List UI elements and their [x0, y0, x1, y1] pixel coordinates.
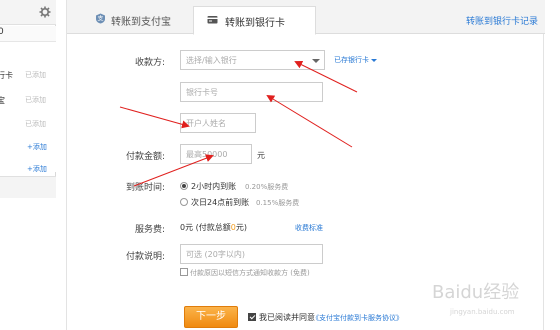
- tab-label: 转账到银行卡: [225, 18, 285, 29]
- service-fee-value: 0元 (付款总额0元): [180, 222, 247, 233]
- arrival-option-label[interactable]: 次日24点前到账: [191, 197, 249, 208]
- next-step-button[interactable]: 下一步: [184, 306, 238, 328]
- watermark-subtext: jingyan.baidu.com: [449, 308, 515, 316]
- amount-label: 付款金额:: [126, 152, 166, 162]
- sidebar-item-name: 行卡: [0, 71, 13, 80]
- sidebar-item: +添加: [0, 138, 56, 158]
- baidu-jingyan-watermark: Baidu经验 jingyan.baidu.com: [432, 282, 519, 316]
- sidebar-list: 行卡 已添加 宝 已添加 已添加 +添加 +添加: [0, 42, 56, 174]
- amount-input[interactable]: 最高50000: [180, 144, 252, 164]
- arrival-option-radio[interactable]: [180, 182, 188, 190]
- service-fee-prefix: 0元 (付款总额: [180, 223, 231, 232]
- sidebar-item-status: 已添加: [25, 71, 46, 79]
- sidebar-row-text: 0: [0, 27, 4, 37]
- payment-note-placeholder: 可选 (20字以内): [186, 250, 245, 259]
- sms-notify-checkbox[interactable]: [180, 268, 188, 276]
- alipay-icon: 支: [96, 13, 105, 24]
- bank-select-placeholder: 选择/输入银行: [186, 56, 237, 65]
- card-number-input[interactable]: 银行卡号: [180, 82, 323, 102]
- sidebar-item[interactable]: 行卡 已添加: [0, 66, 56, 86]
- service-fee-suffix: 元): [235, 223, 247, 232]
- sidebar-footer: [0, 176, 56, 198]
- caret-down-icon: [371, 58, 377, 62]
- tab-bar: 支 转账到支付宝 转账到银行卡 转账到银行卡记录: [67, 0, 545, 35]
- bank-card-icon: [207, 16, 218, 24]
- saved-cards-label: 已存银行卡: [334, 56, 369, 64]
- sms-notify-text: 付款原因以短信方式通知收款方 (免费): [190, 269, 310, 277]
- watermark-text: Baidu经验: [432, 282, 519, 303]
- arrival-option-label[interactable]: 2小时内到账: [191, 181, 236, 192]
- chevron-down-icon: [312, 59, 320, 63]
- fee-standard-link[interactable]: 收费标准: [295, 223, 323, 233]
- gear-icon[interactable]: [39, 6, 51, 18]
- agree-checkbox[interactable]: [248, 313, 256, 321]
- sidebar-item-status: 已添加: [25, 120, 46, 128]
- svg-text:支: 支: [97, 15, 103, 23]
- sidebar-item[interactable]: 宝 已添加: [0, 91, 56, 111]
- tab-transfer-to-alipay[interactable]: 支 转账到支付宝: [81, 6, 191, 34]
- sidebar-add-link[interactable]: +添加: [27, 164, 47, 174]
- service-fee-label: 服务费:: [135, 225, 166, 235]
- amount-placeholder: 最高50000: [186, 150, 228, 159]
- card-number-placeholder: 银行卡号: [186, 88, 218, 97]
- agree-text: 我已阅读并同意: [259, 313, 315, 322]
- transfer-record-link[interactable]: 转账到银行卡记录: [466, 14, 538, 27]
- arrival-option-radio[interactable]: [180, 198, 188, 206]
- account-sidebar: 0 行卡 已添加 宝 已添加 已添加 +添加 +添加: [0, 0, 56, 198]
- sidebar-add-link[interactable]: +添加: [27, 142, 47, 152]
- arrival-option-fee: 0.20%服务费: [245, 183, 289, 191]
- amount-unit: 元: [257, 151, 265, 160]
- tab-label: 转账到支付宝: [111, 17, 171, 28]
- payment-note-label: 付款说明:: [126, 252, 166, 262]
- sidebar-item-status: 已添加: [25, 96, 46, 104]
- service-agreement-link[interactable]: 《支付宝付款到卡服务协议》: [312, 313, 403, 323]
- sidebar-header: [0, 0, 56, 25]
- account-name-input[interactable]: 开户人姓名: [180, 113, 256, 133]
- sidebar-row: 0: [0, 26, 56, 42]
- sidebar-item-name: 宝: [0, 96, 5, 105]
- arrival-option-fee: 0.15%服务费: [256, 199, 300, 207]
- arrival-time-label: 到账时间:: [126, 183, 166, 193]
- bank-select[interactable]: 选择/输入银行: [180, 50, 325, 70]
- sidebar-item[interactable]: 已添加: [0, 115, 56, 135]
- saved-cards-link[interactable]: 已存银行卡: [334, 55, 377, 65]
- payee-label: 收款方:: [135, 58, 166, 68]
- account-name-placeholder: 开户人姓名: [186, 119, 226, 128]
- tab-transfer-to-bank-card[interactable]: 转账到银行卡: [193, 6, 316, 35]
- payment-note-input[interactable]: 可选 (20字以内): [180, 244, 323, 264]
